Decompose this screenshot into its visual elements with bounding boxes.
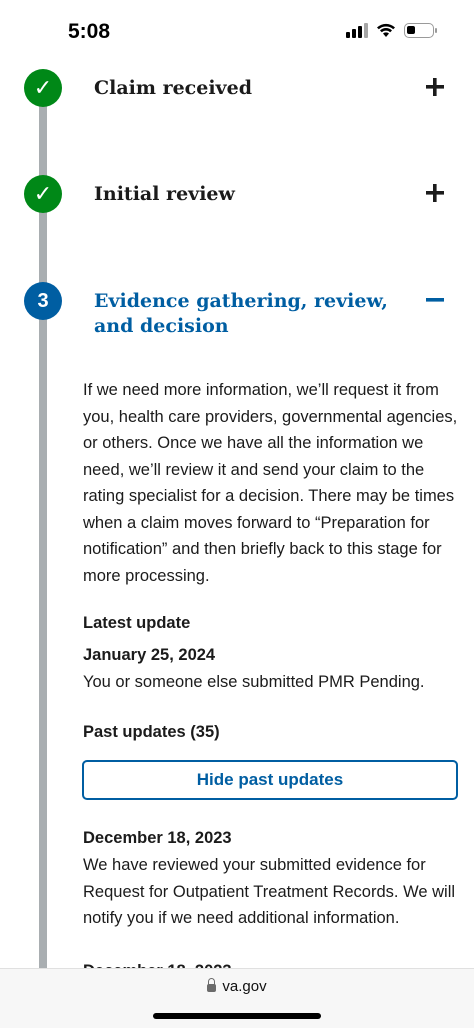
expand-plus-icon[interactable] xyxy=(424,76,446,98)
timeline-line xyxy=(39,100,47,970)
expand-plus-icon[interactable] xyxy=(424,182,446,204)
wifi-icon xyxy=(377,23,395,37)
past-update-text: We have reviewed your submitted evidence… xyxy=(83,856,456,927)
step-title-claim-received[interactable]: Claim received xyxy=(94,76,252,101)
step-description: If we need more information, we’ll reque… xyxy=(83,381,458,585)
battery-icon xyxy=(404,22,437,38)
status-bar: 5:08 xyxy=(0,0,474,62)
past-update-date: December 18, 2023 xyxy=(83,829,232,847)
step-title-evidence-gathering[interactable]: Evidence gathering, review, and decision xyxy=(94,289,414,339)
step-number-badge: 3 xyxy=(24,282,62,320)
url-text: va.gov xyxy=(222,978,267,995)
check-circle-icon: ✓ xyxy=(24,69,62,107)
cellular-signal-icon xyxy=(346,22,368,38)
status-time: 5:08 xyxy=(68,20,111,43)
latest-update-date: January 25, 2024 xyxy=(83,646,216,664)
address-bar[interactable]: va.gov xyxy=(0,978,474,995)
browser-bottom-bar: va.gov xyxy=(0,968,474,1028)
check-circle-icon: ✓ xyxy=(24,175,62,213)
status-icons xyxy=(346,22,437,38)
past-updates-heading: Past updates (35) xyxy=(83,723,220,741)
hide-past-updates-button[interactable]: Hide past updates xyxy=(82,760,458,800)
latest-update-text: You or someone else submitted PMR Pendin… xyxy=(83,673,425,691)
step-title-initial-review[interactable]: Initial review xyxy=(94,182,235,207)
collapse-minus-icon[interactable] xyxy=(424,289,446,311)
lock-icon xyxy=(207,978,217,992)
home-indicator[interactable] xyxy=(153,1013,321,1019)
latest-update-heading: Latest update xyxy=(83,614,191,632)
